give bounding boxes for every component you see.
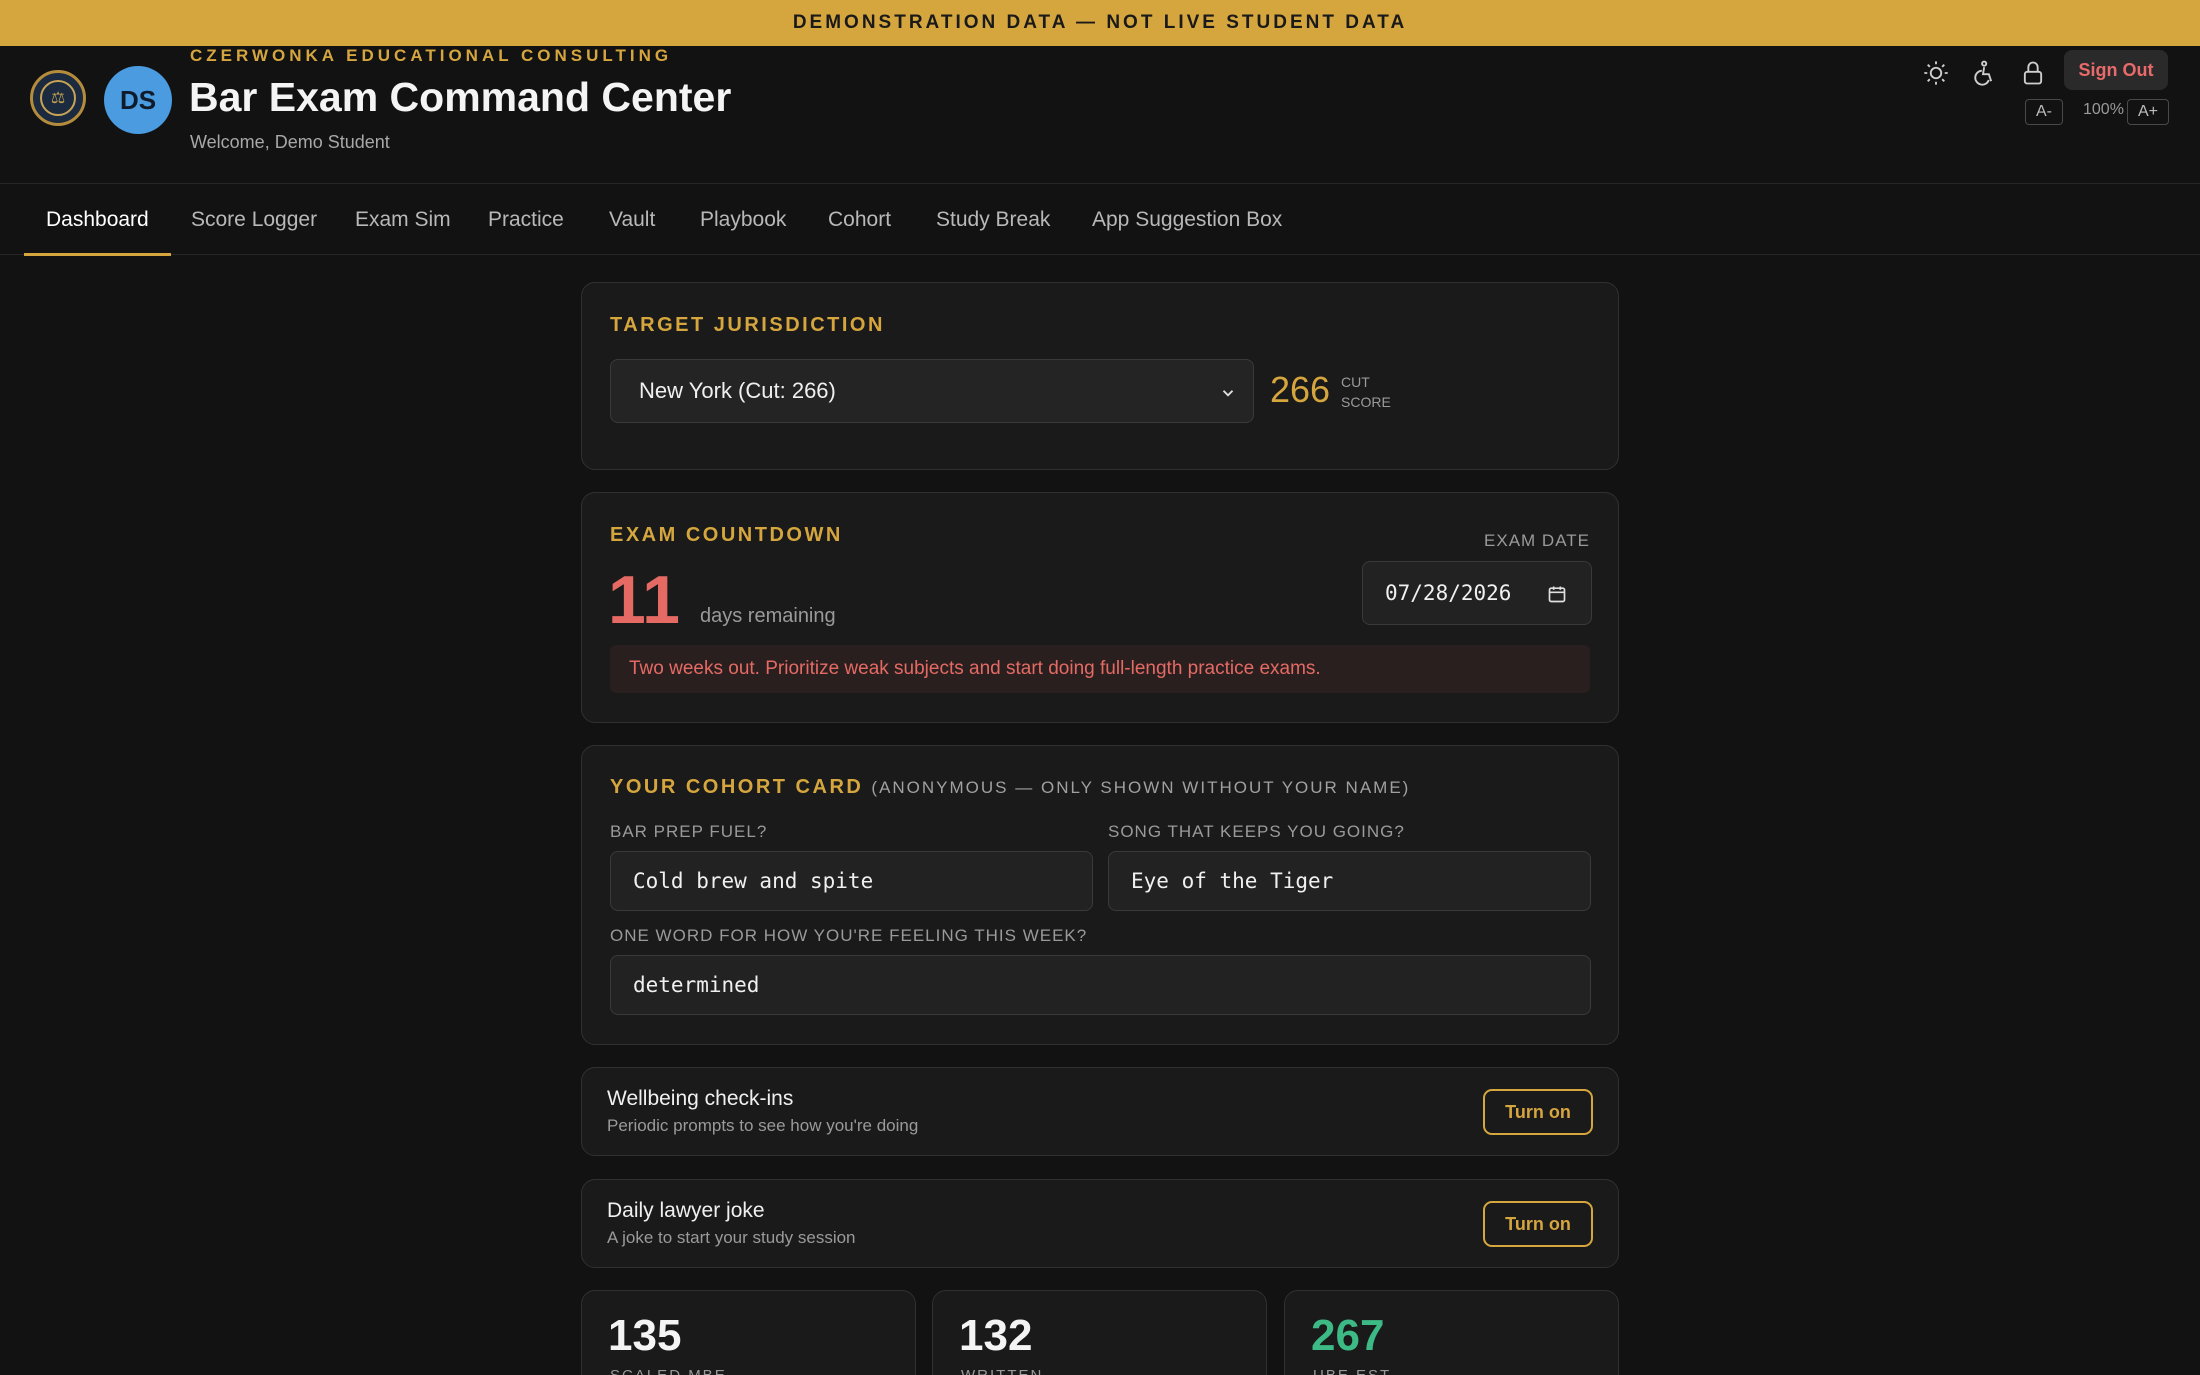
cut-score-value: 266 xyxy=(1270,369,1331,410)
feeling-input[interactable]: determined xyxy=(610,955,1591,1015)
cohort-card-note: (ANONYMOUS — ONLY SHOWN WITHOUT YOUR NAM… xyxy=(871,778,1411,797)
cohort-card: YOUR COHORT CARD (ANONYMOUS — ONLY SHOWN… xyxy=(581,745,1619,1045)
accessibility-icon[interactable] xyxy=(1966,56,2000,90)
wellbeing-subtitle: Periodic prompts to see how you're doing xyxy=(607,1116,919,1135)
countdown-card: EXAM COUNTDOWN 11 days remaining EXAM DA… xyxy=(581,492,1619,723)
stat-label: WRITTEN xyxy=(961,1367,1043,1375)
stat-card: 267 UBE EST. xyxy=(1284,1290,1619,1375)
sun-icon[interactable] xyxy=(1919,56,1953,90)
stat-card: 132 WRITTEN xyxy=(932,1290,1267,1375)
wellbeing-toggle-card: Wellbeing check-ins Periodic prompts to … xyxy=(581,1067,1619,1156)
sign-out-button[interactable]: Sign Out xyxy=(2064,50,2168,90)
jurisdiction-label: TARGET JURISDICTION xyxy=(610,314,885,336)
tab-dashboard[interactable]: Dashboard xyxy=(24,185,171,256)
stat-label: SCALED MBE xyxy=(610,1367,727,1375)
main-nav: Dashboard Score Logger Exam Sim Practice… xyxy=(0,185,2200,256)
org-name: CZERWONKA EDUCATIONAL CONSULTING xyxy=(190,46,673,65)
lawyer-joke-turn-on-button[interactable]: Turn on xyxy=(1483,1201,1593,1247)
zoom-level: 100% xyxy=(2083,101,2124,118)
feeling-label: ONE WORD FOR HOW YOU'RE FEELING THIS WEE… xyxy=(610,926,1088,945)
font-increase-button[interactable]: A+ xyxy=(2127,99,2169,125)
fuel-label: BAR PREP FUEL? xyxy=(610,822,768,841)
cut-score-label: CUT SCORE xyxy=(1341,374,1391,410)
app-header: ⚖ DS CZERWONKA EDUCATIONAL CONSULTING Ba… xyxy=(0,46,2200,184)
jurisdiction-select[interactable]: New York (Cut: 266) xyxy=(610,359,1254,423)
lawyer-joke-title: Daily lawyer joke xyxy=(607,1199,765,1222)
stat-value: 135 xyxy=(608,1311,682,1360)
stat-value: 267 xyxy=(1311,1311,1385,1360)
countdown-label: EXAM COUNTDOWN xyxy=(610,524,843,546)
song-input[interactable]: Eye of the Tiger xyxy=(1108,851,1591,911)
jurisdiction-card: TARGET JURISDICTION New York (Cut: 266) … xyxy=(581,282,1619,470)
tab-study-break[interactable]: Study Break xyxy=(936,185,1050,255)
tab-score-logger[interactable]: Score Logger xyxy=(191,185,317,255)
demo-banner: DEMONSTRATION DATA — NOT LIVE STUDENT DA… xyxy=(0,0,2200,46)
tab-vault[interactable]: Vault xyxy=(609,185,655,255)
font-decrease-button[interactable]: A- xyxy=(2025,99,2063,125)
tab-exam-sim[interactable]: Exam Sim xyxy=(355,185,451,255)
stat-value: 132 xyxy=(959,1311,1033,1360)
cohort-card-label: YOUR COHORT CARD (ANONYMOUS — ONLY SHOWN… xyxy=(610,776,1411,798)
fuel-input[interactable]: Cold brew and spite xyxy=(610,851,1093,911)
jurisdiction-selected: New York (Cut: 266) xyxy=(639,378,836,403)
exam-date-label: EXAM DATE xyxy=(1484,531,1590,550)
tab-cohort[interactable]: Cohort xyxy=(828,185,891,255)
tab-practice[interactable]: Practice xyxy=(488,185,564,255)
welcome-text: Welcome, Demo Student xyxy=(190,132,390,152)
countdown-alert: Two weeks out. Prioritize weak subjects … xyxy=(610,645,1590,693)
stat-label: UBE EST. xyxy=(1313,1367,1396,1375)
avatar[interactable]: DS xyxy=(104,66,172,134)
tab-app-suggestion-box[interactable]: App Suggestion Box xyxy=(1092,185,1282,255)
lock-icon[interactable] xyxy=(2016,56,2050,90)
seal-logo: ⚖ xyxy=(30,70,86,126)
scales-icon: ⚖ xyxy=(40,80,76,116)
exam-date-value: 07/28/2026 xyxy=(1385,581,1512,605)
exam-date-input[interactable]: 07/28/2026 xyxy=(1362,561,1592,625)
lawyer-joke-toggle-card: Daily lawyer joke A joke to start your s… xyxy=(581,1179,1619,1268)
lawyer-joke-subtitle: A joke to start your study session xyxy=(607,1228,856,1247)
page-title: Bar Exam Command Center xyxy=(189,74,732,120)
wellbeing-turn-on-button[interactable]: Turn on xyxy=(1483,1089,1593,1135)
days-remaining-value: 11 xyxy=(608,562,680,638)
wellbeing-title: Wellbeing check-ins xyxy=(607,1087,794,1110)
days-remaining-label: days remaining xyxy=(700,605,836,627)
song-label: SONG THAT KEEPS YOU GOING? xyxy=(1108,822,1405,841)
tab-playbook[interactable]: Playbook xyxy=(700,185,786,255)
calendar-icon[interactable] xyxy=(1547,584,1567,609)
stat-card: 135 SCALED MBE xyxy=(581,1290,916,1375)
chevron-down-icon xyxy=(1219,382,1237,408)
